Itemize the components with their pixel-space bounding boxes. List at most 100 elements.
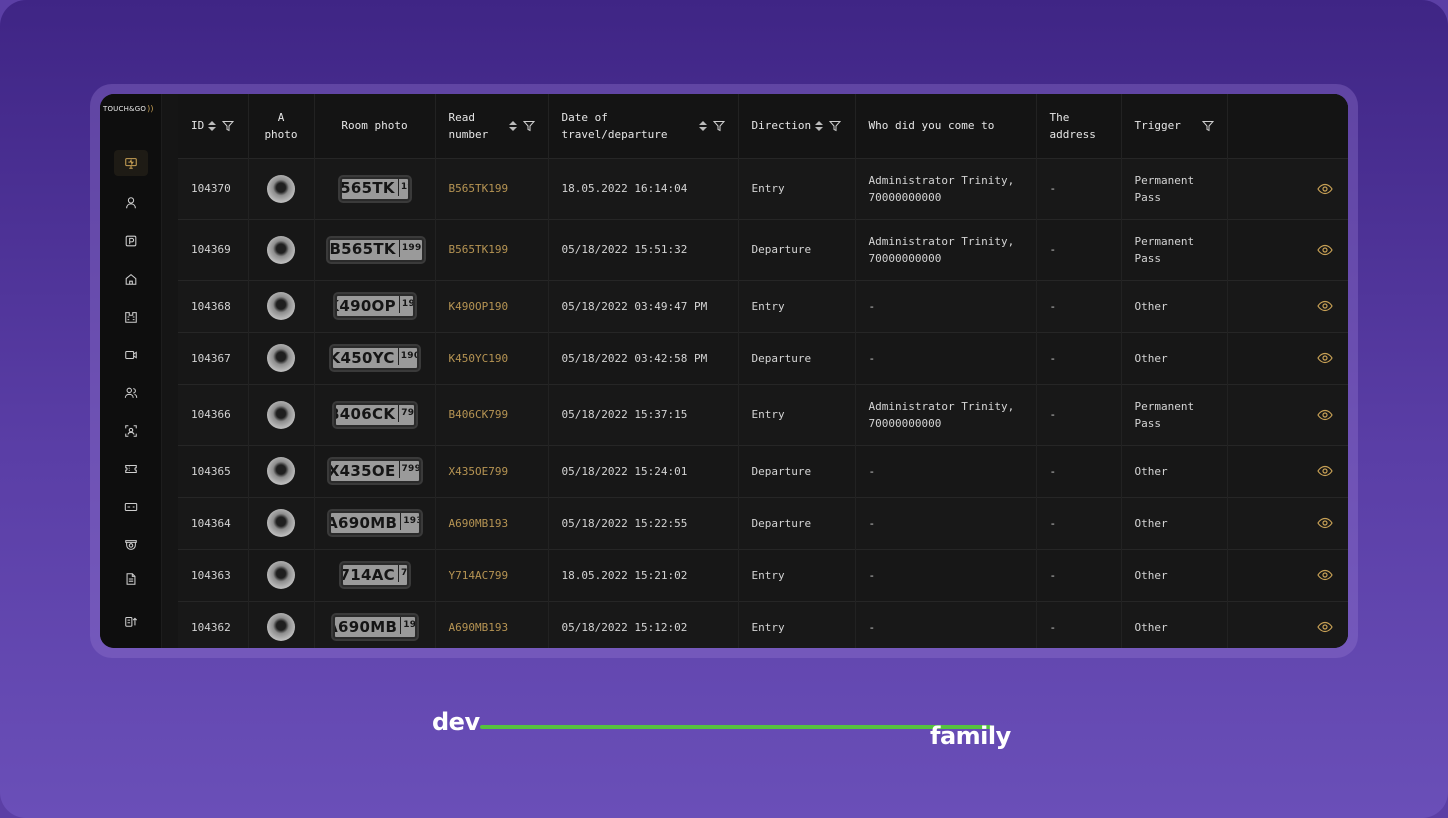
plate-photo-main: A690MB xyxy=(328,513,398,532)
plate-photo-main: B565TK xyxy=(329,240,396,258)
cell-photo[interactable] xyxy=(248,331,315,384)
filter-icon[interactable] xyxy=(712,120,725,132)
plate-photo-thumbnail[interactable]: B565TK199 xyxy=(339,176,410,201)
sidebar-item-cctv[interactable] xyxy=(114,532,148,558)
vehicle-photo-thumbnail[interactable] xyxy=(267,457,295,485)
plate-photo-thumbnail[interactable]: B406CK799 xyxy=(333,402,416,427)
cell-room-photo[interactable]: A690MB193 xyxy=(314,600,436,648)
cell-room-photo[interactable]: K490OP190 xyxy=(314,279,436,332)
plate-photo-thumbnail[interactable]: B565TK199 xyxy=(327,237,424,262)
plate-photo-thumbnail[interactable]: Y714AC799 xyxy=(340,563,409,587)
sort-icon[interactable] xyxy=(208,120,217,131)
eye-icon[interactable] xyxy=(1316,515,1333,531)
filter-icon[interactable] xyxy=(222,120,235,132)
plate-photo-thumbnail[interactable]: X435OE 799 xyxy=(328,459,421,483)
sidebar-item-tickets[interactable] xyxy=(114,456,148,482)
sidebar-item-users[interactable] xyxy=(114,380,148,406)
vehicle-photo-thumbnail[interactable] xyxy=(267,561,295,589)
cell-room-photo[interactable]: A690MB193 xyxy=(314,496,436,549)
table-row[interactable]: 104366B406CK799B406CK79905/18/2022 15:37… xyxy=(178,383,1348,445)
sidebar-item-face-recognition[interactable] xyxy=(114,418,148,444)
cell-address: - xyxy=(1036,496,1122,549)
table-row[interactable]: 104363Y714AC799Y714AC79918.05.2022 15:21… xyxy=(178,548,1348,601)
cell-actions xyxy=(1227,218,1348,280)
table-row[interactable]: 104369 B565TK 199 B565TK199 05/18/2022 15:51… xyxy=(178,218,1348,280)
cell-room-photo[interactable]: K450YC 190 xyxy=(314,331,436,384)
cell-room-photo[interactable]: X435OE 799 xyxy=(314,444,436,497)
cell-photo[interactable] xyxy=(248,383,315,445)
cell-photo[interactable] xyxy=(248,600,315,648)
table-row[interactable]: 104367 K450YC 190 K450YC190 05/18/2022 03:42… xyxy=(178,331,1348,384)
cell-photo[interactable] xyxy=(248,444,315,497)
cell-read-number: A690MB193 xyxy=(435,600,549,648)
plate-photo-thumbnail[interactable]: A690MB193 xyxy=(328,511,421,535)
sidebar-item-monitor[interactable] xyxy=(114,150,148,176)
eye-icon[interactable] xyxy=(1316,298,1333,314)
cell-photo[interactable] xyxy=(248,496,315,549)
column-header-trigger[interactable]: Trigger xyxy=(1121,94,1228,158)
sidebar-item-profile[interactable] xyxy=(114,190,148,216)
vehicle-photo-thumbnail[interactable] xyxy=(267,292,295,320)
filter-icon[interactable] xyxy=(1201,120,1214,132)
table-row[interactable]: 104364A690MB193A690MB19305/18/2022 15:22… xyxy=(178,496,1348,549)
cell-address: - xyxy=(1036,331,1122,384)
column-header-read-number[interactable]: Read number xyxy=(435,94,549,158)
eye-icon[interactable] xyxy=(1316,181,1333,197)
column-header-who: Who did you come to xyxy=(855,94,1037,158)
plate-photo-thumbnail[interactable]: A690MB193 xyxy=(332,615,417,640)
cell-room-photo[interactable]: Y714AC799 xyxy=(314,548,436,601)
sidebar-item-export[interactable] xyxy=(114,608,148,634)
column-header-id[interactable]: ID xyxy=(178,94,249,158)
filter-icon[interactable] xyxy=(829,120,842,132)
column-header-date[interactable]: Date of travel/departure xyxy=(548,94,739,158)
sidebar-item-cameras[interactable] xyxy=(114,342,148,368)
cell-read-number: K490OP190 xyxy=(435,279,549,332)
eye-icon[interactable] xyxy=(1316,242,1333,258)
cell-date: 05/18/2022 15:22:55 xyxy=(548,496,739,549)
cell-photo[interactable] xyxy=(248,157,315,219)
vehicle-photo-thumbnail[interactable] xyxy=(267,344,295,372)
eye-icon[interactable] xyxy=(1316,350,1333,366)
cell-photo[interactable] xyxy=(248,218,315,280)
eye-icon[interactable] xyxy=(1316,463,1333,479)
vehicle-photo-thumbnail[interactable] xyxy=(267,613,295,642)
document-icon xyxy=(126,573,136,585)
plate-photo-thumbnail[interactable]: K450YC 190 xyxy=(330,346,419,370)
table-row[interactable]: 104370B565TK199B565TK19918.05.2022 16:14… xyxy=(178,157,1348,219)
vehicle-photo-thumbnail[interactable] xyxy=(267,400,295,429)
eye-icon[interactable] xyxy=(1316,567,1333,583)
cell-date: 05/18/2022 15:51:32 xyxy=(548,218,739,280)
table-row[interactable]: 104365 X435OE 799 X435OE799 05/18/2022 15:24… xyxy=(178,444,1348,497)
eye-icon[interactable] xyxy=(1316,619,1333,635)
cell-date: 05/18/2022 03:49:47 PM xyxy=(548,279,739,332)
app-logo[interactable]: TOUCH&GO)) xyxy=(103,104,161,118)
sidebar-item-buildings[interactable] xyxy=(114,304,148,330)
sort-icon[interactable] xyxy=(815,120,824,131)
sidebar-item-documents[interactable] xyxy=(114,566,148,592)
vehicle-photo-thumbnail[interactable] xyxy=(267,235,295,264)
cell-direction: Departure xyxy=(738,331,856,384)
cell-address: - xyxy=(1036,218,1122,280)
cell-room-photo[interactable]: B565TK199 xyxy=(314,157,436,219)
vehicle-photo-thumbnail[interactable] xyxy=(267,509,295,537)
sidebar-item-home[interactable] xyxy=(114,266,148,292)
wifi-icon: )) xyxy=(147,104,154,113)
sidebar-item-cards[interactable] xyxy=(114,494,148,520)
filter-icon[interactable] xyxy=(522,120,535,132)
sort-icon[interactable] xyxy=(698,120,707,131)
cell-photo[interactable] xyxy=(248,548,315,601)
cell-id: 104364 xyxy=(178,496,249,549)
column-header-direction[interactable]: Direction xyxy=(738,94,856,158)
cell-photo[interactable] xyxy=(248,279,315,332)
cell-direction: Departure xyxy=(738,444,856,497)
cell-address: - xyxy=(1036,383,1122,445)
cell-room-photo[interactable]: B565TK199 xyxy=(314,218,436,280)
cell-room-photo[interactable]: B406CK799 xyxy=(314,383,436,445)
plate-photo-thumbnail[interactable]: K490OP190 xyxy=(334,294,415,318)
eye-icon[interactable] xyxy=(1316,407,1333,423)
sidebar-item-parking[interactable] xyxy=(114,228,148,254)
table-row[interactable]: 104368K490OP190K490OP19005/18/2022 03:49… xyxy=(178,279,1348,332)
vehicle-photo-thumbnail[interactable] xyxy=(267,174,295,203)
table-row[interactable]: 104362A690MB193A690MB19305/18/2022 15:12… xyxy=(178,600,1348,648)
sort-icon[interactable] xyxy=(508,120,517,131)
